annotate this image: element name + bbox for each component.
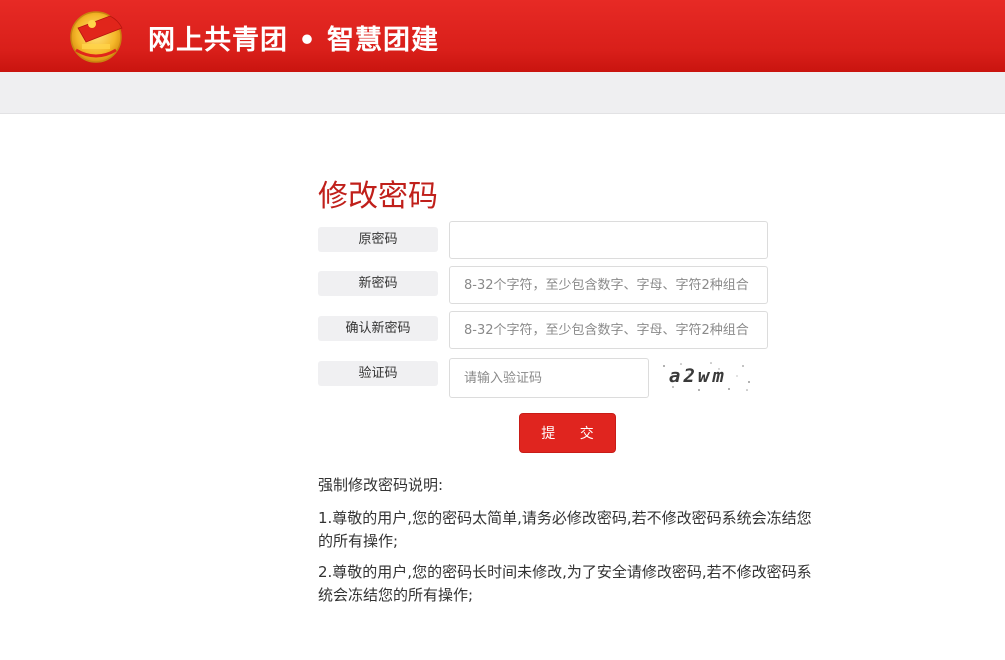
new-password-input[interactable] — [449, 266, 768, 304]
captcha-input[interactable] — [449, 358, 649, 398]
site-title: 网上共青团 • 智慧团建 — [148, 25, 440, 56]
submit-button[interactable]: 提 交 — [519, 413, 616, 453]
notes-item: 2.尊敬的用户,您的密码长时间未修改,为了安全请修改密码,若不修改密码系统会冻结… — [318, 563, 812, 604]
password-notes: 强制修改密码说明: 1.尊敬的用户,您的密码太简单,请务必修改密码,若不修改密码… — [318, 474, 813, 615]
notes-item: 1.尊敬的用户,您的密码太简单,请务必修改密码,若不修改密码系统会冻结您的所有操… — [318, 509, 812, 550]
old-password-label: 原密码 — [318, 227, 438, 252]
captcha-char: a2wm — [669, 365, 727, 387]
notes-title: 强制修改密码说明: — [318, 476, 444, 494]
sub-navigation-bar — [0, 72, 1005, 114]
confirm-password-input[interactable] — [449, 311, 768, 349]
old-password-input[interactable] — [449, 221, 768, 259]
top-header: 网上共青团 • 智慧团建 — [0, 0, 1005, 72]
captcha-label: 验证码 — [318, 361, 438, 386]
youth-league-emblem-icon[interactable] — [66, 6, 128, 64]
captcha-image[interactable]: a2wm — [659, 360, 755, 394]
page-title: 修改密码 — [318, 179, 438, 214]
confirm-password-label: 确认新密码 — [318, 316, 438, 341]
new-password-label: 新密码 — [318, 271, 438, 296]
